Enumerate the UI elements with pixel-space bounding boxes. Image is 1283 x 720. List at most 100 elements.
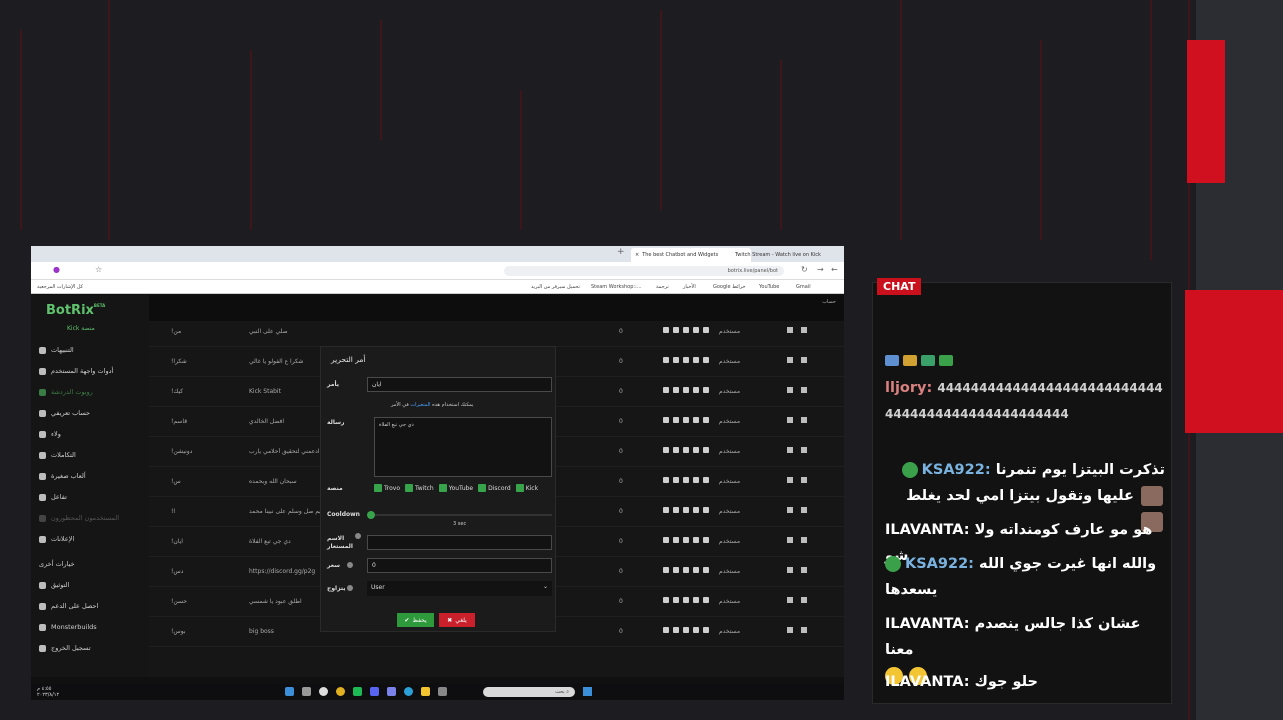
star-icon[interactable]: ☆ (95, 265, 102, 274)
obs-icon[interactable] (319, 687, 328, 696)
checkbox-checked-icon[interactable] (438, 484, 447, 492)
bookmark-all[interactable]: كل الإشارات المرجعية (37, 284, 83, 290)
price-label: سعر (327, 562, 341, 569)
cooldown-slider-handle[interactable] (367, 511, 375, 519)
sidebar-item-support[interactable]: احصل على الدعم (39, 599, 147, 613)
delete-icon[interactable] (801, 567, 807, 573)
checkbox-checked-icon[interactable] (478, 484, 487, 492)
bookmark-steam[interactable]: Steam Workshop::... (591, 284, 642, 290)
row-actions (787, 357, 807, 363)
sidebar-item-logout[interactable]: تسجيل الخروج (39, 641, 147, 655)
edit-icon[interactable] (787, 357, 793, 363)
sidebar-item-docs[interactable]: التوثيق (39, 578, 147, 592)
sidebar-item-banned[interactable]: المستخدمون المحظورون (39, 511, 147, 525)
edit-icon[interactable] (787, 447, 793, 453)
sidebar-item-integrations[interactable]: التكاملات (39, 448, 147, 462)
edge-icon[interactable] (404, 687, 413, 696)
command-role: مستخدم (719, 328, 741, 335)
price-input[interactable]: 0 (367, 558, 552, 573)
edit-icon[interactable] (787, 507, 793, 513)
command-uses: 0 (619, 328, 623, 335)
sidebar-item-profile[interactable]: حساب تعريفي (39, 406, 147, 420)
delete-icon[interactable] (801, 387, 807, 393)
edit-icon[interactable] (787, 477, 793, 483)
cancel-button[interactable]: ✖ يلغي (439, 613, 475, 627)
platform-trovo[interactable]: Trovo (374, 484, 400, 492)
delete-icon[interactable] (801, 537, 807, 543)
alias-input[interactable] (367, 535, 552, 550)
delete-icon[interactable] (801, 477, 807, 483)
platform-discord[interactable]: Discord (478, 484, 511, 492)
bookmark-gmail[interactable]: Gmail (796, 284, 811, 290)
platform-youtube[interactable]: YouTube (438, 484, 473, 492)
delete-icon[interactable] (801, 327, 807, 333)
command-role: مستخدم (719, 508, 741, 515)
forward-icon[interactable]: → (817, 265, 824, 274)
close-icon[interactable]: × (635, 252, 639, 258)
delete-icon[interactable] (801, 597, 807, 603)
checkbox-checked-icon[interactable] (515, 484, 524, 492)
sidebar-item-loyalty[interactable]: ولاء (39, 427, 147, 441)
windows-icon[interactable] (285, 687, 294, 696)
box-icon (39, 623, 46, 631)
delete-icon[interactable] (801, 447, 807, 453)
edit-icon[interactable] (787, 597, 793, 603)
sidebar-item-chatbot[interactable]: روبوت الدردشة (39, 385, 147, 399)
sidebar-item-minigames[interactable]: ألعاب صغيرة (39, 469, 147, 483)
store-icon[interactable] (438, 687, 447, 696)
edit-icon[interactable] (787, 387, 793, 393)
delete-icon[interactable] (801, 627, 807, 633)
checkbox-checked-icon[interactable] (374, 484, 382, 492)
sidebar-item-widgets[interactable]: أدوات واجهة المستخدم (39, 364, 147, 378)
profile-icon[interactable]: ● (53, 265, 60, 274)
address-bar: ● ☆ ↻ → ← botrix.live/panel/bot (31, 262, 844, 280)
sidebar-item-interaction[interactable]: تفاعل (39, 490, 147, 504)
delete-icon[interactable] (801, 357, 807, 363)
sidebar-item-monsterbuilds[interactable]: Monsterbuilds (39, 620, 147, 634)
bookmark-translate[interactable]: ترجمة (656, 284, 669, 290)
taskbar-search[interactable]: بحث ⌕ (483, 687, 575, 697)
bookmark-maps[interactable]: Google خرائط (713, 284, 746, 290)
chrome-icon[interactable] (336, 687, 345, 696)
bookmark-news[interactable]: الأخبار (683, 284, 696, 290)
back-icon[interactable]: ← (831, 265, 838, 274)
account-menu[interactable]: حساب (822, 299, 836, 305)
command-input[interactable]: ايان (367, 377, 552, 392)
clock[interactable]: ٤:٥٥ م ٢٠٢٣/٨/١٢ (37, 686, 59, 698)
permission-select[interactable]: User ⌄ (367, 581, 552, 596)
botrix-logo[interactable]: BotRixBETA (46, 303, 105, 318)
edit-icon[interactable] (787, 627, 793, 633)
cooldown-slider[interactable] (367, 511, 552, 519)
edit-icon[interactable] (787, 537, 793, 543)
platform-twitch[interactable]: Twitch (405, 484, 434, 492)
checkbox-checked-icon[interactable] (405, 484, 414, 492)
browser-window: × The best Chatbot and Widgets Twitch St… (31, 246, 844, 686)
save-button[interactable]: ✔ يحفظ (397, 613, 434, 627)
widgets-icon[interactable] (583, 687, 592, 696)
teams-icon[interactable] (387, 687, 396, 696)
trophy-icon (39, 430, 46, 438)
discord-icon[interactable] (370, 687, 379, 696)
variables-link[interactable]: المتغيرات (410, 402, 430, 408)
message-textarea[interactable]: دي جي تبع الفلاة (374, 417, 552, 477)
platform-icon (693, 357, 699, 363)
edit-icon[interactable] (787, 567, 793, 573)
spotify-icon[interactable] (353, 687, 362, 696)
new-tab-icon[interactable]: + (617, 247, 625, 257)
edit-icon[interactable] (787, 417, 793, 423)
bookmark-youtube[interactable]: YouTube (759, 284, 779, 290)
platform-kick[interactable]: Kick (515, 484, 538, 492)
sidebar-item-alerts[interactable]: التنبيهات (39, 343, 147, 357)
delete-icon[interactable] (801, 507, 807, 513)
edit-icon[interactable] (787, 327, 793, 333)
platform-icon (663, 507, 669, 513)
url-field[interactable]: botrix.live/panel/bot (504, 266, 784, 276)
bookmark-download[interactable]: تحميل سيرفر من البريد (531, 284, 580, 290)
settings-icon[interactable] (302, 687, 311, 696)
delete-icon[interactable] (801, 417, 807, 423)
sidebar-item-ads[interactable]: الإعلانات (39, 532, 147, 546)
folder-icon[interactable] (421, 687, 430, 696)
command-uses: 0 (619, 598, 623, 605)
refresh-icon[interactable]: ↻ (801, 265, 808, 274)
tab-kick[interactable]: Twitch Stream - Watch live on Kick (731, 248, 831, 262)
